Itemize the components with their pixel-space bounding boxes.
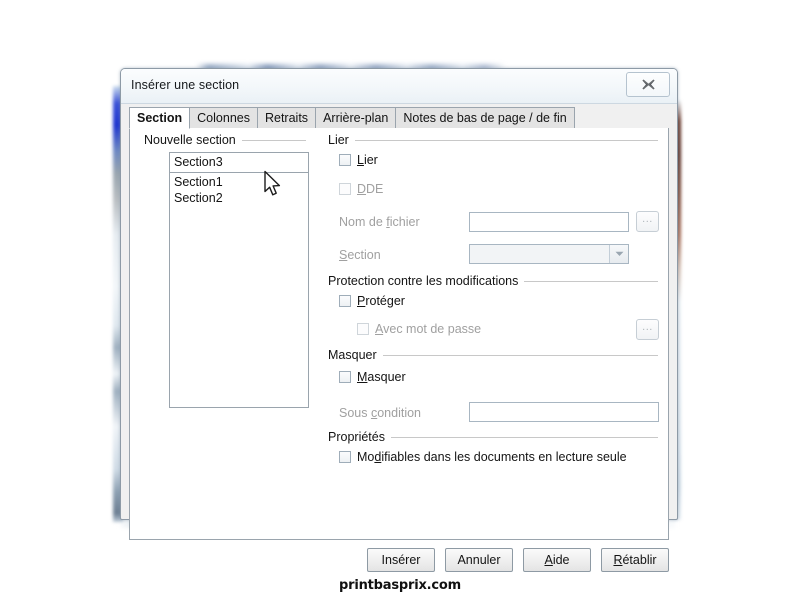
link-checkbox-row[interactable]: Lier [339,153,378,167]
insert-button[interactable]: Insérer [367,548,435,572]
tab-colonnes[interactable]: Colonnes [189,107,258,128]
password-checkbox-row: Avec mot de passe [357,322,481,336]
hide-group-caption: Masquer [328,348,377,362]
password-checkbox-label: Avec mot de passe [375,322,482,336]
editable-readonly-checkbox[interactable] [339,451,351,463]
new-section-group-rule [241,139,306,141]
close-x-icon [641,79,655,90]
cancel-button[interactable]: Annuler [445,548,513,572]
protect-checkbox-row[interactable]: Protéger [339,294,405,308]
hide-group-label: Masquer [328,348,658,362]
properties-group-label: Propriétés [328,430,658,444]
hide-checkbox-label: Masquer [357,370,406,384]
properties-group-caption: Propriétés [328,430,385,444]
link-group-label: Lier [328,133,658,147]
editable-readonly-checkbox-row[interactable]: Modifiables dans les documents en lectur… [339,450,627,464]
hide-checkbox-row[interactable]: Masquer [339,370,406,384]
insert-section-dialog: Insérer une section Section Colonnes Ret… [120,68,678,572]
tab-section-label: Section [137,111,183,125]
protection-group-caption: Protection contre les modifications [328,274,519,288]
close-button[interactable] [626,72,670,97]
filename-input[interactable] [469,212,629,232]
watermark: printbasprix.com [339,578,461,593]
section-list[interactable]: Section1 Section2 [169,172,309,408]
filename-label: Nom de fichier [339,215,420,229]
tab-retraits[interactable]: Retraits [256,107,317,128]
tab-arriere-plan-label: Arrière-plan [323,111,389,125]
hide-checkbox[interactable] [339,371,351,383]
list-item[interactable]: Section1 [170,174,308,190]
link-checkbox[interactable] [339,154,351,166]
tab-retraits-label: Retraits [264,111,309,125]
tab-colonnes-label: Colonnes [197,111,250,125]
link-group-caption: Lier [328,133,349,147]
tab-arriere-plan[interactable]: Arrière-plan [315,107,397,128]
filename-browse-button[interactable]: ... [636,211,659,232]
condition-label: Sous condition [339,406,422,420]
section-link-dropdown-button[interactable] [609,245,628,263]
new-section-group-label: Nouvelle section [144,133,306,147]
new-section-group-caption: Nouvelle section [144,133,236,147]
section-link-combo[interactable] [469,244,629,264]
tab-notes-bas-de-page[interactable]: Notes de bas de page / de fin [395,107,575,128]
protection-group-label: Protection contre les modifications [328,274,658,288]
dialog-button-row: Insérer Annuler Aide Rétablir [129,547,669,573]
chevron-down-icon [615,251,623,256]
tab-section[interactable]: Section [129,107,191,129]
password-checkbox [357,323,369,335]
dde-checkbox [339,183,351,195]
protect-checkbox[interactable] [339,295,351,307]
protect-checkbox-label: Protéger [357,294,405,308]
properties-group-rule [390,436,658,438]
dde-checkbox-row: DDE [339,182,383,196]
section-tab-panel: Nouvelle section Section3 Section1 Secti… [129,128,669,540]
reset-button[interactable]: Rétablir [601,548,669,572]
tab-strip: Section Colonnes Retraits Arrière-plan N… [129,107,669,129]
tab-notes-label: Notes de bas de page / de fin [403,111,567,125]
editable-readonly-checkbox-label: Modifiables dans les documents en lectur… [357,450,627,464]
section-name-input[interactable]: Section3 [169,152,309,173]
link-checkbox-label: Lier [357,153,378,167]
protection-group-rule [524,280,658,282]
list-item[interactable]: Section2 [170,190,308,206]
help-button[interactable]: Aide [523,548,591,572]
link-group-rule [354,139,658,141]
dialog-titlebar: Insérer une section [121,69,677,104]
hide-group-rule [382,354,658,356]
condition-input[interactable] [469,402,659,422]
section-link-label: Section [339,248,381,262]
dialog-title: Insérer une section [131,78,240,92]
password-browse-button[interactable]: ... [636,319,659,340]
dde-checkbox-label: DDE [357,182,384,196]
